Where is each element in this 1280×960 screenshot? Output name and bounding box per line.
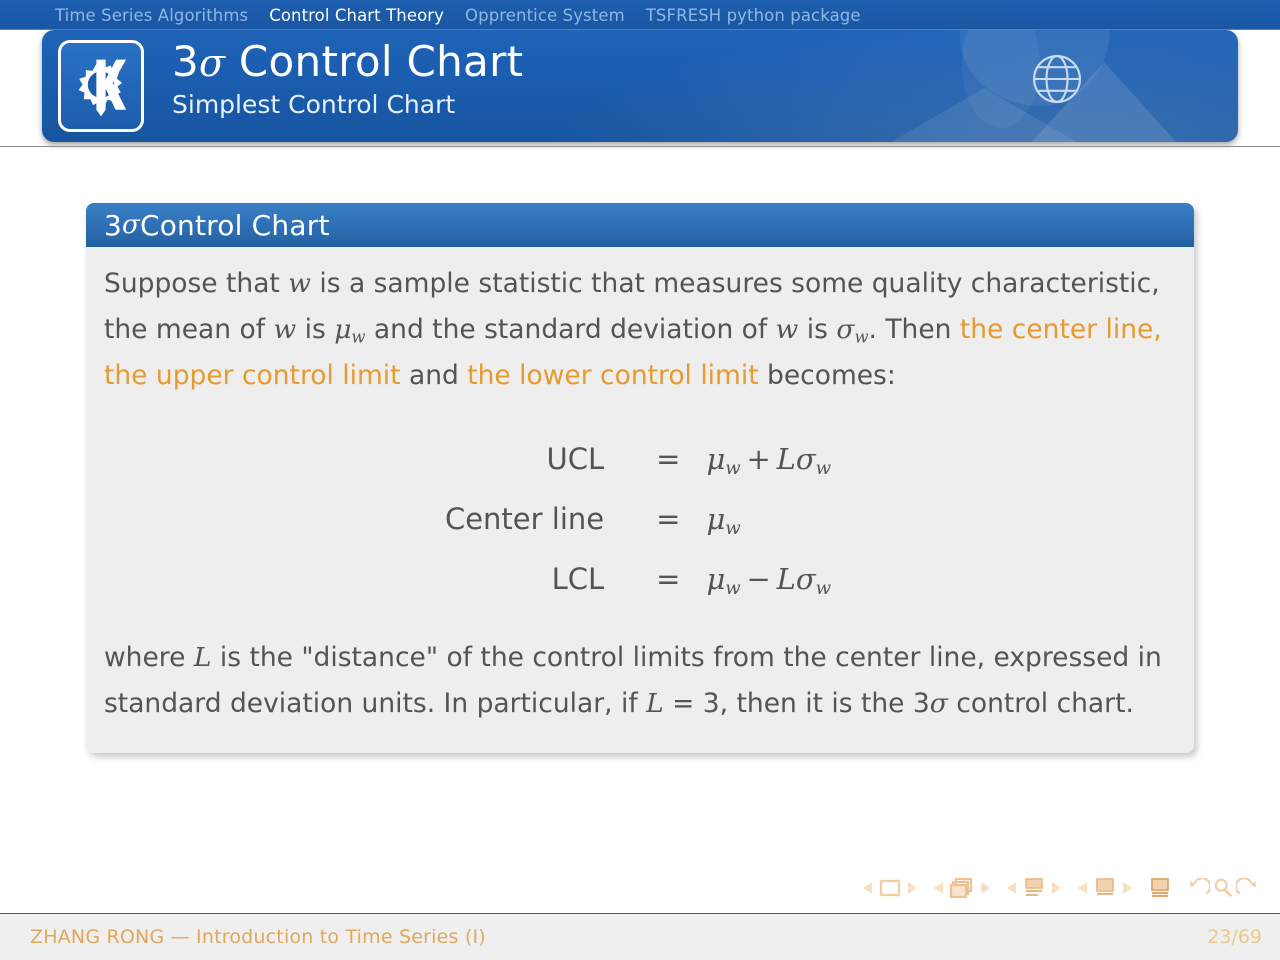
tail-seg-4: , then it is the 3 bbox=[719, 687, 930, 719]
text-seg-3: is bbox=[296, 313, 335, 345]
prev-frame-arrow[interactable] bbox=[934, 882, 943, 894]
math-symbol-sigma: σ bbox=[836, 313, 855, 345]
kde-gear-k-logo bbox=[58, 40, 144, 132]
beamer-navigation-symbols[interactable] bbox=[863, 878, 1258, 898]
doc-icon[interactable] bbox=[1149, 878, 1171, 898]
lcl-mu: μ bbox=[706, 561, 726, 596]
block-body: Suppose that w is a sample statistic tha… bbox=[86, 247, 1194, 753]
section-navigation-bar: Time Series Algorithms Control Chart The… bbox=[0, 0, 1280, 30]
title-banner: 3σ Control Chart Simplest Control Chart bbox=[42, 30, 1238, 142]
equals-sign-ucl: = bbox=[656, 441, 681, 476]
footer-page-number: 23/69 bbox=[1207, 926, 1262, 948]
equation-rhs-ucl: μw + Lσw bbox=[706, 429, 831, 489]
ucl-mu-subscript: w bbox=[725, 457, 741, 479]
tail-sigma-symbol: σ bbox=[929, 687, 948, 719]
math-var-L-1: L bbox=[193, 642, 212, 673]
block-title-rest: Control Chart bbox=[139, 208, 330, 242]
document-navigation-group[interactable] bbox=[1149, 878, 1171, 898]
section-navigation-group[interactable] bbox=[1078, 878, 1132, 898]
math-var-L-2: L bbox=[646, 687, 664, 719]
forward-icon[interactable] bbox=[1236, 878, 1258, 898]
tail-seg-1: where bbox=[104, 642, 194, 673]
title-number: 3 bbox=[172, 37, 200, 86]
text-seg-1: Suppose that bbox=[104, 268, 289, 299]
ucl-sigma: σ bbox=[795, 441, 816, 476]
control-limit-equations: UCL = μw + Lσw Center line = μw LCL = μw… bbox=[445, 429, 831, 609]
equation-rhs-center-line: μw bbox=[706, 489, 831, 549]
history-navigation-group[interactable] bbox=[1188, 878, 1258, 898]
ucl-operator: + bbox=[746, 441, 771, 476]
math-symbol-mu: μ bbox=[334, 313, 352, 345]
lcl-sigma-subscript: w bbox=[815, 577, 832, 599]
text-seg-8: becomes: bbox=[758, 359, 896, 391]
nav-item-control-chart-theory[interactable]: Control Chart Theory bbox=[269, 6, 444, 25]
math-subscript-w-sigma: w bbox=[854, 327, 869, 347]
prev-subsection-arrow[interactable] bbox=[1007, 882, 1016, 894]
ucl-L: L bbox=[776, 441, 796, 476]
math-var-w-2: w bbox=[273, 313, 297, 345]
lcl-mu-subscript: w bbox=[725, 577, 741, 599]
header-bottom-divider bbox=[0, 146, 1280, 147]
ucl-sigma-subscript: w bbox=[815, 457, 832, 479]
paragraph-definition: Suppose that w is a sample statistic tha… bbox=[104, 261, 1172, 399]
block-title-sigma-symbol: σ bbox=[122, 210, 140, 240]
slide-navigation-group[interactable] bbox=[863, 879, 917, 897]
math-subscript-w-mu: w bbox=[351, 327, 366, 347]
paragraph-explanation: where L is the "distance" of the control… bbox=[104, 635, 1172, 727]
back-icon[interactable] bbox=[1188, 878, 1210, 898]
tail-seg-3: = 3 bbox=[663, 687, 720, 719]
slide-header: Time Series Algorithms Control Chart The… bbox=[0, 0, 1280, 150]
prev-section-arrow[interactable] bbox=[1078, 882, 1087, 894]
next-section-arrow[interactable] bbox=[1123, 882, 1132, 894]
nav-item-tsfresh-python-package[interactable]: TSFRESH python package bbox=[646, 6, 861, 25]
title-sigma-symbol: σ bbox=[199, 41, 226, 85]
section-icon[interactable] bbox=[1094, 878, 1116, 898]
footer-author-title: ZHANG RONG — Introduction to Time Series… bbox=[30, 926, 486, 948]
title-rest: Control Chart bbox=[225, 37, 524, 86]
next-slide-arrow[interactable] bbox=[908, 882, 917, 894]
equation-row-center-line: Center line = μw bbox=[445, 489, 831, 549]
nav-item-opprentice-system[interactable]: Opprentice System bbox=[465, 6, 625, 25]
equation-label-ucl: UCL bbox=[546, 441, 605, 476]
highlight-lower-control-limit: the lower control limit bbox=[467, 359, 759, 391]
equation-row-ucl: UCL = μw + Lσw bbox=[445, 429, 831, 489]
equation-label-lcl: LCL bbox=[551, 561, 605, 596]
frame-navigation-group[interactable] bbox=[934, 878, 990, 898]
equation-label-center-line: Center line bbox=[444, 501, 605, 536]
nav-item-time-series-algorithms[interactable]: Time Series Algorithms bbox=[55, 6, 248, 25]
equals-sign-lcl: = bbox=[656, 561, 681, 596]
slide-footer: ZHANG RONG — Introduction to Time Series… bbox=[0, 914, 1280, 960]
text-seg-4: and the standard deviation of bbox=[365, 313, 776, 345]
theorem-block: 3σ Control Chart Suppose that w is a sam… bbox=[86, 203, 1194, 753]
text-seg-6: . Then bbox=[868, 313, 960, 345]
equals-sign-center-line: = bbox=[656, 501, 681, 536]
equation-rhs-lcl: μw − Lσw bbox=[706, 549, 831, 609]
subsection-navigation-group[interactable] bbox=[1007, 878, 1061, 898]
title-text-group: 3σ Control Chart Simplest Control Chart bbox=[172, 37, 524, 120]
block-title-number: 3 bbox=[104, 208, 123, 242]
subsection-icon[interactable] bbox=[1023, 878, 1045, 898]
lcl-sigma: σ bbox=[795, 561, 816, 596]
next-subsection-arrow[interactable] bbox=[1052, 882, 1061, 894]
lcl-L: L bbox=[776, 561, 796, 596]
prev-slide-arrow[interactable] bbox=[863, 882, 872, 894]
frames-icon[interactable] bbox=[950, 878, 974, 898]
text-seg-7: and bbox=[400, 359, 468, 391]
block-title: 3σ Control Chart bbox=[86, 203, 1194, 247]
math-var-w-3: w bbox=[775, 313, 799, 345]
globe-icon bbox=[1026, 48, 1088, 114]
ucl-mu: μ bbox=[706, 441, 726, 476]
center-mu: μ bbox=[706, 501, 726, 536]
page-subtitle: Simplest Control Chart bbox=[172, 90, 456, 120]
search-icon[interactable] bbox=[1213, 878, 1233, 898]
equation-row-lcl: LCL = μw − Lσw bbox=[445, 549, 831, 609]
page-title: 3σ Control Chart bbox=[172, 37, 524, 86]
slide-icon[interactable] bbox=[879, 879, 901, 897]
lcl-operator: − bbox=[746, 561, 771, 596]
next-frame-arrow[interactable] bbox=[981, 882, 990, 894]
tail-seg-5: control chart. bbox=[947, 687, 1134, 719]
math-var-w-1: w bbox=[288, 268, 311, 299]
center-mu-subscript: w bbox=[725, 517, 741, 539]
text-seg-5: is bbox=[798, 313, 837, 345]
